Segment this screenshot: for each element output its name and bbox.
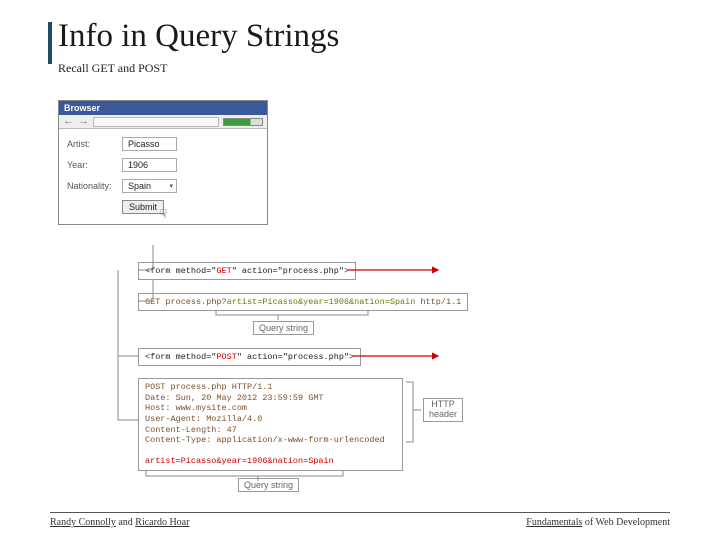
- footer-book: Fundamentals of Web Development: [526, 517, 670, 528]
- slide-title: Info in Query Strings: [58, 18, 670, 55]
- post-request-code: POST process.php HTTP/1.1 Date: Sun, 20 …: [138, 378, 403, 471]
- chevron-down-icon: ▾: [169, 182, 173, 190]
- footer-authors: Randy Connolly and Ricardo Hoar: [50, 517, 189, 528]
- nationality-label: Nationality:: [67, 181, 122, 191]
- submit-label: Submit: [129, 202, 157, 212]
- query-string-label-1: Query string: [253, 321, 314, 335]
- form-post-code: <form method="POST" action="process.php"…: [138, 348, 361, 366]
- nationality-value: Spain: [128, 181, 151, 191]
- nationality-select[interactable]: Spain ▾: [122, 179, 177, 193]
- browser-titlebar: Browser: [59, 101, 267, 115]
- artist-label: Artist:: [67, 139, 122, 149]
- slide-subtitle: Recall GET and POST: [58, 61, 670, 76]
- form-get-code: <form method="GET" action="process.php">: [138, 262, 356, 280]
- back-arrow-icon[interactable]: ←: [63, 116, 74, 127]
- get-request-code: GET process.php?artist=Picasso&year=1906…: [138, 293, 468, 311]
- mouse-cursor-icon: ☟: [160, 207, 167, 221]
- forward-arrow-icon[interactable]: →: [78, 116, 89, 127]
- year-label: Year:: [67, 160, 122, 170]
- query-string-label-2: Query string: [238, 478, 299, 492]
- diagram: Browser ← → Artist: Picasso Year: 1906 N…: [58, 100, 518, 225]
- progress-indicator: [223, 118, 263, 126]
- year-input[interactable]: 1906: [122, 158, 177, 172]
- browser-mock: Browser ← → Artist: Picasso Year: 1906 N…: [58, 100, 268, 225]
- submit-button[interactable]: Submit ☟: [122, 200, 164, 214]
- url-bar[interactable]: [93, 117, 219, 127]
- footer: Randy Connolly and Ricardo Hoar Fundamen…: [50, 512, 670, 528]
- artist-input[interactable]: Picasso: [122, 137, 177, 151]
- http-header-label: HTTP header: [423, 398, 463, 422]
- browser-navbar: ← →: [59, 115, 267, 129]
- form-body: Artist: Picasso Year: 1906 Nationality: …: [59, 129, 267, 224]
